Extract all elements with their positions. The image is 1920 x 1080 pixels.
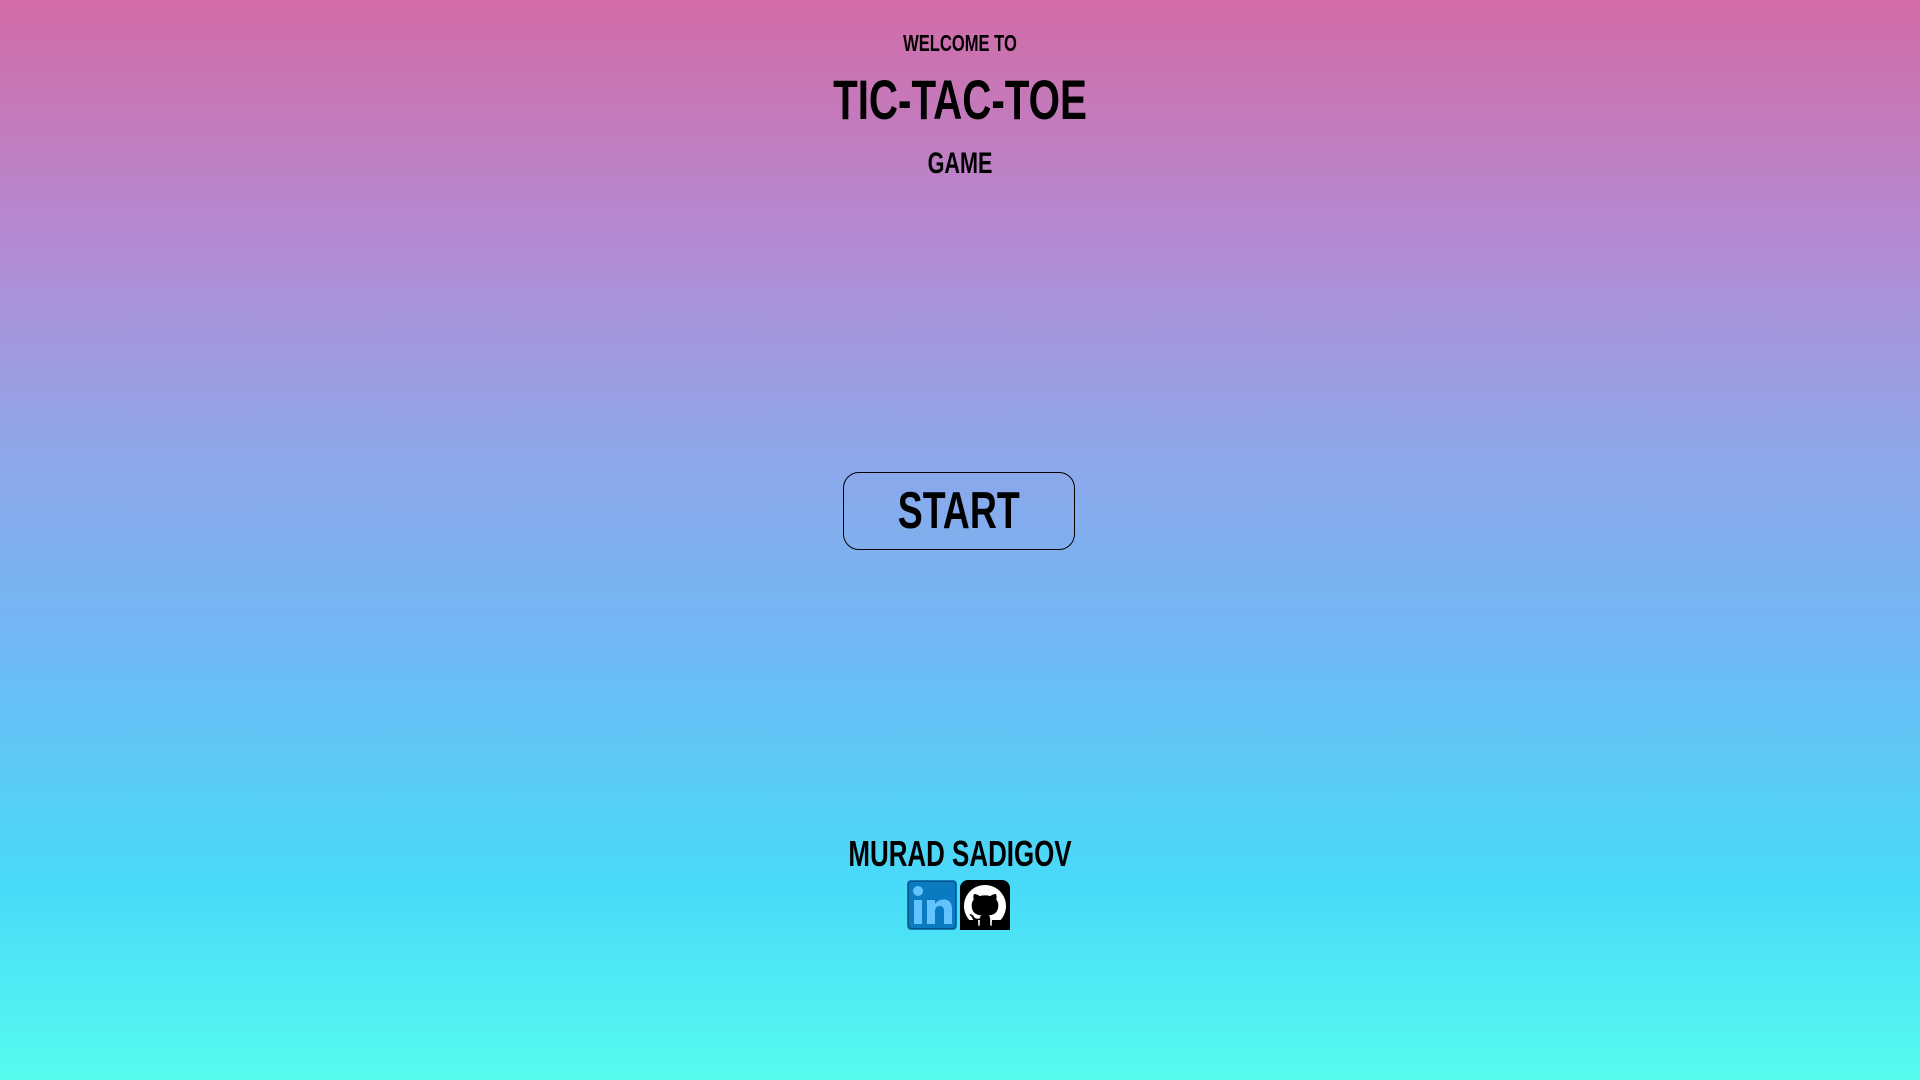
page-subtitle: GAME: [927, 147, 993, 180]
welcome-text: WELCOME TO: [903, 30, 1017, 56]
github-link[interactable]: [960, 880, 1010, 930]
github-icon: [960, 880, 1010, 930]
author-name: MURAD SADIGOV: [848, 833, 1072, 874]
start-button[interactable]: START: [843, 472, 1075, 550]
page-title: TIC-TAC-TOE: [833, 68, 1087, 131]
social-links: [907, 880, 1013, 932]
start-button-label: START: [897, 482, 1021, 540]
linkedin-icon: [907, 880, 957, 930]
linkedin-link[interactable]: [907, 880, 957, 930]
